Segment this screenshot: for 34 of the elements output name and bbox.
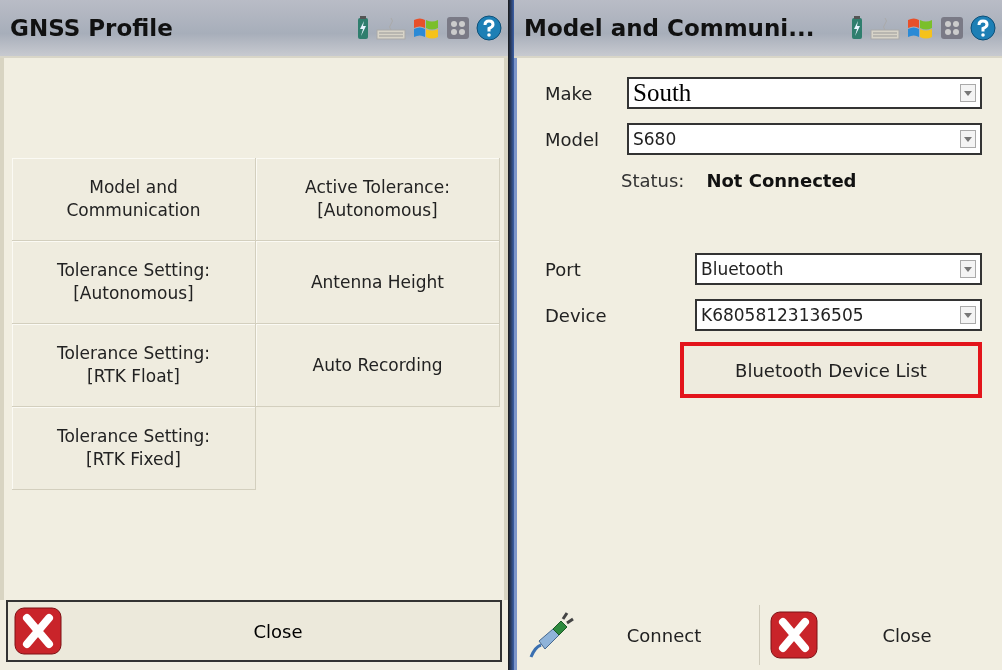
flag-icon[interactable] [906, 16, 934, 40]
bluetooth-device-list-button[interactable]: Bluetooth Device List [680, 342, 982, 398]
field-label: Port [545, 258, 582, 280]
dropdown-field[interactable]: Bluetooth [695, 253, 982, 285]
menu-button[interactable]: Tolerance Setting: [RTK Float] [12, 324, 256, 407]
close-button[interactable]: Close [6, 600, 502, 662]
menu-button[interactable]: Tolerance Setting: [Autonomous] [12, 241, 256, 324]
grid-icon[interactable] [940, 16, 964, 40]
window-title: GNSS Profile [10, 15, 173, 41]
field-label: Model [545, 128, 601, 150]
battery-icon[interactable] [356, 16, 370, 40]
battery-icon[interactable] [850, 16, 864, 40]
menu-button[interactable]: Antenna Height [256, 241, 500, 324]
help-icon[interactable] [476, 15, 502, 41]
status-value: Not Connected [706, 170, 857, 193]
close-icon [770, 611, 818, 659]
dropdown-field[interactable]: South [627, 77, 982, 109]
close-button[interactable]: Close [760, 600, 1002, 670]
close-icon [14, 607, 62, 655]
status-label: Status: [621, 170, 685, 193]
connect-button[interactable]: Connect [517, 600, 759, 670]
menu-button[interactable]: Model and Communication [12, 158, 256, 241]
dropdown-field[interactable]: K68058123136505 [695, 299, 982, 331]
menu-button[interactable]: Tolerance Setting: [RTK Fixed] [12, 407, 256, 490]
grid-icon[interactable] [446, 16, 470, 40]
field-label: Make [545, 82, 594, 104]
dropdown-field[interactable]: S680 [627, 123, 982, 155]
help-icon[interactable] [970, 15, 996, 41]
field-label: Device [545, 304, 608, 326]
menu-button[interactable]: Active Tolerance: [Autonomous] [256, 158, 500, 241]
window-title: Model and Communi... [524, 15, 815, 41]
flag-icon[interactable] [412, 16, 440, 40]
menu-button[interactable]: Auto Recording [256, 324, 500, 407]
plug-icon [527, 611, 575, 659]
